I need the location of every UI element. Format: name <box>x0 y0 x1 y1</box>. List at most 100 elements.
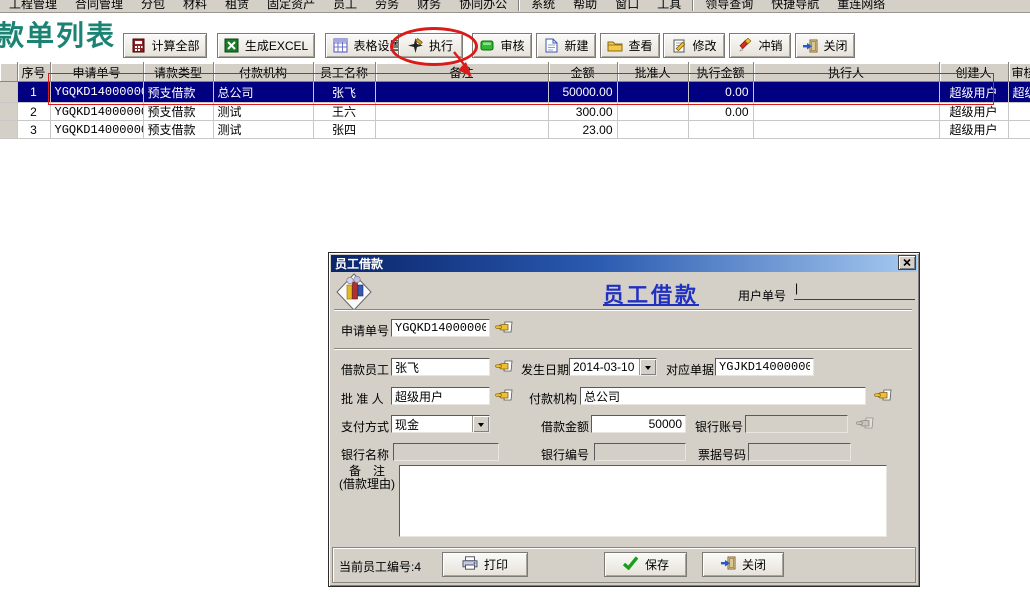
column-header[interactable]: 执行金额 <box>688 63 753 82</box>
table-row[interactable]: 2 YGQKD140000002 预支借款 测试 王六 300.00 0.00 … <box>0 103 1030 121</box>
amount-input[interactable] <box>591 415 686 433</box>
menu-item[interactable]: 窗口 <box>606 0 648 13</box>
execute-button[interactable]: 执行 <box>398 33 463 58</box>
close-dialog-button[interactable]: 关闭 <box>702 552 784 577</box>
writeoff-pen-icon <box>737 38 753 53</box>
menu-item[interactable]: 劳务 <box>366 0 408 13</box>
menu-item[interactable]: 帮助 <box>564 0 606 13</box>
button-label: 新建 <box>564 37 588 54</box>
print-button[interactable]: 打印 <box>442 552 528 577</box>
pay-method-label: 支付方式 <box>341 418 389 435</box>
modify-button[interactable]: 修改 <box>663 33 725 58</box>
approver-label: 批 准 人 <box>341 390 384 407</box>
table-header-row: 序号 申请单号 请款类型 付款机构 员工名称 备注 金额 批准人 执行金额 执行… <box>0 63 1030 82</box>
button-label: 打印 <box>484 556 508 573</box>
menu-item[interactable]: 租赁 <box>216 0 258 13</box>
view-button[interactable]: 查看 <box>600 33 660 58</box>
menu-item[interactable]: 财务 <box>408 0 450 13</box>
column-header[interactable]: 创建人 <box>939 63 1008 82</box>
borrower-input[interactable] <box>391 358 490 376</box>
employee-loan-icon <box>336 273 372 311</box>
dialog-heading: 员工借款 <box>581 279 721 309</box>
grid-settings-button[interactable]: 表格设置 <box>325 33 409 58</box>
borrower-label: 借款员工 <box>341 361 389 378</box>
date-label: 发生日期 <box>521 361 569 378</box>
menu-separator <box>692 0 694 11</box>
bank-code-label: 银行编号 <box>541 446 589 463</box>
table-row[interactable]: 3 YGQKD140000001 预支借款 测试 张四 23.00 超级用户 <box>0 121 1030 139</box>
column-header[interactable]: 序号 <box>17 63 50 82</box>
lookup-hand-icon[interactable] <box>874 388 892 403</box>
calculator-icon <box>130 38 146 53</box>
menu-item[interactable]: 快捷导航 <box>762 0 828 13</box>
menu-item[interactable]: 重连网络 <box>828 0 894 13</box>
column-header[interactable]: 审核人 <box>1008 63 1030 82</box>
ref-no-input[interactable] <box>715 358 814 376</box>
menu-item[interactable]: 协同办公 <box>450 0 516 13</box>
close-list-button[interactable]: 关闭 <box>795 33 855 58</box>
calc-all-button[interactable]: 计算全部 <box>123 33 207 58</box>
pay-method-dropdown[interactable]: 现金 <box>391 415 490 433</box>
separator <box>334 348 912 350</box>
button-label: 关闭 <box>742 556 766 573</box>
menu-item[interactable]: 工具 <box>648 0 690 13</box>
dialog-footer: 当前员工编号:4 打印 保存 关闭 <box>332 547 916 583</box>
audit-button[interactable]: 审核 <box>472 33 532 58</box>
exit-door-icon <box>720 556 736 573</box>
chevron-down-icon[interactable] <box>472 416 489 432</box>
menu-item[interactable]: 系统 <box>522 0 564 13</box>
menu-item[interactable]: 领导查询 <box>696 0 762 13</box>
new-document-icon <box>543 38 559 53</box>
lookup-hand-icon[interactable] <box>495 320 513 335</box>
dialog-titlebar[interactable]: 员工借款 <box>331 255 917 272</box>
button-label: 查看 <box>628 37 652 54</box>
button-label: 计算全部 <box>151 37 199 54</box>
column-header[interactable]: 备注 <box>375 63 548 82</box>
menu-item[interactable]: 材料 <box>174 0 216 13</box>
employee-loan-dialog: 员工借款 员工借款 用户单号 | 申请单号 借款员工 发生日 <box>328 252 920 587</box>
button-label: 冲销 <box>758 37 782 54</box>
column-header[interactable]: 申请单号 <box>50 63 143 82</box>
bill-no-input[interactable] <box>748 443 851 461</box>
writeoff-button[interactable]: 冲销 <box>729 33 791 58</box>
button-label: 修改 <box>692 37 716 54</box>
menu-item[interactable]: 工程管理 <box>0 0 66 13</box>
bank-name-label: 银行名称 <box>341 446 389 463</box>
user-no-field[interactable]: | <box>794 281 915 300</box>
excel-icon <box>224 38 240 53</box>
table-row-selected[interactable]: 1 YGQKD140000003 预支借款 总公司 张飞 50000.00 0.… <box>0 82 1030 103</box>
column-header[interactable]: 员工名称 <box>313 63 375 82</box>
remark-textarea[interactable] <box>399 465 887 537</box>
ref-no-label: 对应单据 <box>666 361 714 378</box>
column-header[interactable]: 付款机构 <box>213 63 313 82</box>
approver-input[interactable] <box>391 387 490 405</box>
menu-item[interactable]: 员工 <box>324 0 366 13</box>
menu-bar: 工程管理 合同管理 分包 材料 租赁 固定资产 员工 劳务 财务 协同办公 系统… <box>0 0 1030 13</box>
menu-item[interactable]: 固定资产 <box>258 0 324 13</box>
new-button[interactable]: 新建 <box>536 33 596 58</box>
column-header[interactable]: 执行人 <box>753 63 939 82</box>
column-header[interactable]: 请款类型 <box>143 63 213 82</box>
lookup-hand-icon[interactable] <box>495 359 513 374</box>
date-dropdown[interactable]: 2014-03-10 <box>569 358 657 376</box>
column-header[interactable]: 批准人 <box>617 63 688 82</box>
button-label: 执行 <box>429 37 453 54</box>
apply-no-input[interactable] <box>391 319 490 337</box>
amount-label: 借款金额 <box>541 418 589 435</box>
page-title: 款单列表 <box>0 14 116 54</box>
export-excel-button[interactable]: 生成EXCEL <box>217 33 315 58</box>
pay-org-input[interactable] <box>580 387 866 405</box>
button-label: 关闭 <box>823 37 847 54</box>
apply-no-label: 申请单号 <box>341 322 389 339</box>
button-label: 保存 <box>645 556 669 573</box>
column-header[interactable]: 金额 <box>548 63 617 82</box>
lookup-hand-icon[interactable] <box>495 388 513 403</box>
save-button[interactable]: 保存 <box>604 552 687 577</box>
menu-item[interactable]: 分包 <box>132 0 174 13</box>
lookup-hand-icon-disabled <box>856 416 874 431</box>
menu-item[interactable]: 合同管理 <box>66 0 132 13</box>
chevron-down-icon[interactable] <box>639 359 656 375</box>
edit-pencil-icon <box>671 38 687 53</box>
dialog-title: 员工借款 <box>331 255 383 272</box>
close-icon[interactable] <box>898 255 916 270</box>
